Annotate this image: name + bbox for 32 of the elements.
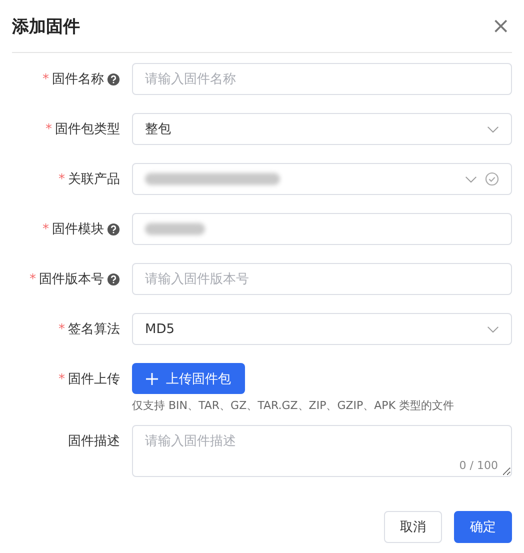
field-label: 签名算法 — [68, 321, 120, 338]
select-field[interactable]: 整包 — [132, 113, 512, 145]
required-marker: * — [46, 122, 52, 136]
field-label: 关联产品 — [68, 171, 120, 188]
required-marker: * — [42, 222, 49, 236]
confirm-button[interactable]: 确定 — [454, 511, 512, 543]
required-marker: * — [58, 322, 65, 336]
select-field[interactable] — [132, 163, 512, 195]
field-label: 固件上传 — [68, 371, 120, 388]
close-button[interactable]: × — [490, 14, 512, 38]
input-field[interactable] — [132, 213, 512, 245]
hint-text: 仅支持 BIN、TAR、GZ、TAR.GZ、ZIP、GZIP、APK 类型的文件 — [132, 398, 456, 413]
character-counter: 0 / 100 — [459, 459, 498, 472]
field-label: 固件包类型 — [55, 121, 120, 138]
input-field[interactable]: 请输入固件名称 — [132, 63, 512, 95]
field-label: 固件名称 — [52, 71, 104, 88]
chevron-down-icon — [465, 176, 477, 182]
required-marker: * — [30, 272, 36, 286]
field-label: 固件描述 — [68, 433, 120, 450]
plus-icon — [146, 372, 158, 384]
field-label: 固件模块 — [52, 221, 104, 238]
chevron-down-icon — [487, 126, 499, 132]
upload-button[interactable]: 上传固件包 — [132, 363, 245, 394]
chevron-down-icon — [487, 326, 499, 332]
required-marker: * — [58, 372, 65, 386]
field-label: 固件版本号 — [39, 271, 104, 288]
required-marker: * — [58, 172, 65, 186]
select-field[interactable]: MD5 — [132, 313, 512, 345]
dialog-title: 添加固件 — [12, 16, 80, 38]
cancel-button[interactable]: 取消 — [384, 511, 442, 543]
required-marker: * — [42, 72, 49, 86]
input-field[interactable]: 请输入固件版本号 — [132, 263, 512, 295]
